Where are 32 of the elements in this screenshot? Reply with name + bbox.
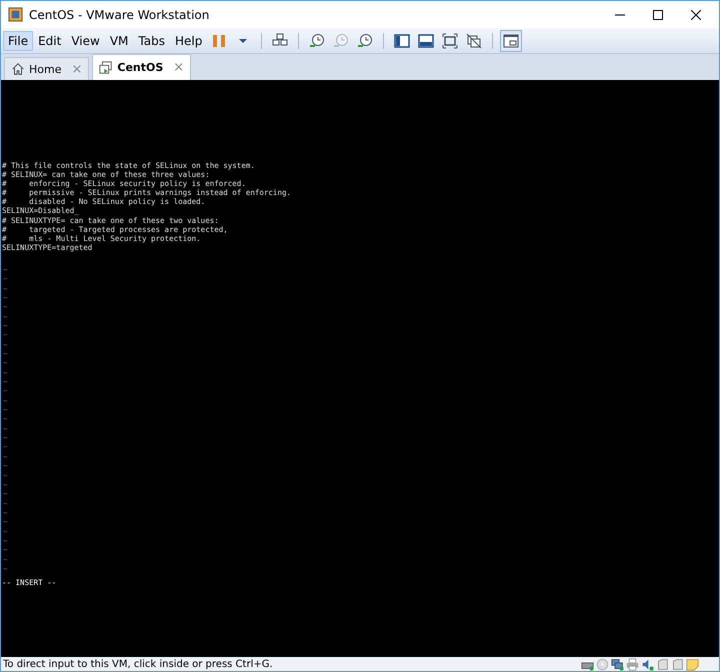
speaker-icon[interactable] [641, 658, 654, 670]
maximize-icon[interactable] [653, 10, 663, 20]
menu-item[interactable]: Tabs [133, 30, 170, 50]
menu-item[interactable]: Edit [33, 30, 66, 50]
console-tool-button[interactable] [500, 30, 522, 52]
status-text: To direct input to this VM, click inside or press Ctrl+G. [3, 658, 273, 670]
tab[interactable]: Home × [4, 57, 90, 80]
crossed-windows-icon [466, 32, 482, 48]
menu-item[interactable]: File [3, 30, 34, 50]
menu-item[interactable]: View [66, 30, 105, 50]
menu-item[interactable]: Help [170, 30, 208, 50]
pause-icon [211, 32, 228, 48]
sidebar-panel-icon [394, 32, 410, 48]
network-icon[interactable] [611, 658, 624, 670]
fullscreen-icon [442, 32, 458, 48]
console-view-icon [503, 32, 520, 48]
menu-item[interactable]: VM [104, 30, 134, 50]
app-icon [8, 7, 23, 22]
house-icon [11, 62, 25, 76]
window-title: CentOS - VMware Workstation [29, 8, 210, 22]
caret-icon [239, 38, 248, 42]
close-icon[interactable] [691, 10, 701, 20]
tab-label: Home [29, 62, 62, 76]
clock-icon [333, 32, 350, 48]
bottom-panel-icon [418, 32, 434, 48]
tab[interactable]: CentOS × [92, 54, 192, 80]
vm-icon [99, 60, 114, 74]
tab-close-button[interactable]: × [173, 60, 184, 75]
clock-icon [309, 32, 326, 48]
tab-label: CentOS [117, 61, 164, 74]
keyboard-keys-icon [272, 32, 288, 48]
clock-icon [357, 32, 374, 48]
